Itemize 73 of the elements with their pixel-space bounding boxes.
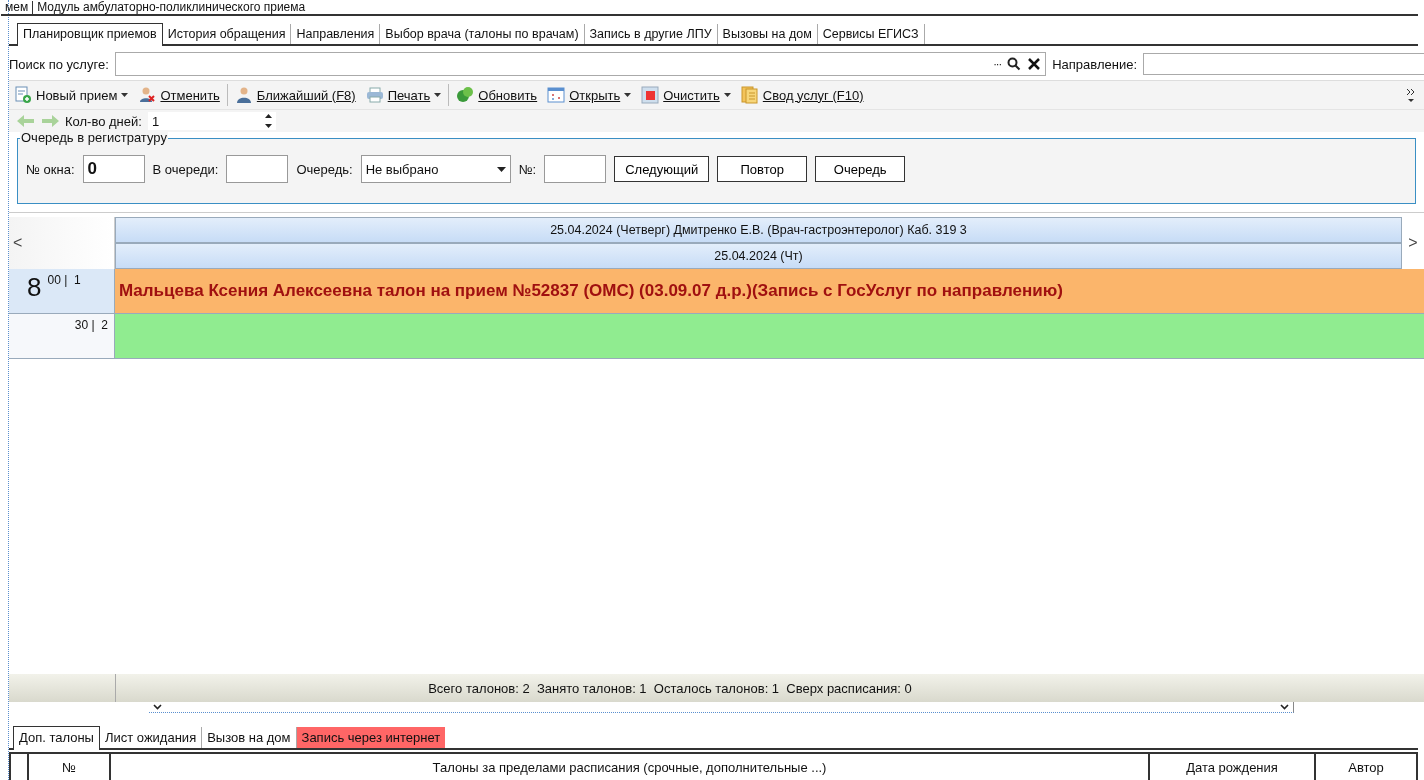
- spin-arrows-icon: [264, 114, 272, 128]
- toolbar-button[interactable]: Очистить: [638, 84, 734, 106]
- more-button[interactable]: ···: [993, 58, 1002, 70]
- toolbar-button[interactable]: Печать: [362, 84, 445, 106]
- tab[interactable]: Доп. талоны: [13, 726, 100, 750]
- scroll-right-button[interactable]: >: [1402, 217, 1424, 269]
- days-spinner[interactable]: 1: [147, 112, 276, 130]
- caret-icon: [496, 166, 506, 172]
- clear-icon: [641, 86, 660, 104]
- tab[interactable]: Запись через интернет: [296, 727, 446, 748]
- chevron-down-icon: [153, 704, 162, 710]
- window-tab[interactable]: мем: [1, 1, 33, 14]
- toolbar-button[interactable]: Ближайший (F8): [231, 84, 359, 106]
- tab[interactable]: Лист ожидания: [99, 727, 203, 748]
- toolbar-button[interactable]: Свод услуг (F10): [737, 84, 867, 106]
- queue-button[interactable]: Следующий: [614, 156, 710, 182]
- caret-icon: [723, 93, 731, 97]
- document-plus-icon: [14, 86, 32, 104]
- queue-dropdown[interactable]: Не выбрано: [360, 155, 511, 183]
- in-queue-field[interactable]: [226, 155, 289, 183]
- back-arrow-icon: [17, 114, 35, 128]
- printer-icon: [365, 86, 384, 104]
- direction-label: Направление:: [1052, 56, 1137, 72]
- column-header: Талоны за пределами расписания (срочные, дополнительные ...): [111, 754, 1150, 780]
- tab[interactable]: Запись в другие ЛПУ: [584, 24, 718, 44]
- horizontal-scrollbar[interactable]: [149, 702, 1294, 713]
- tab[interactable]: Планировщик приемов: [17, 23, 163, 46]
- time-label: 00 | 1: [47, 273, 81, 289]
- window-number-field[interactable]: 0: [82, 155, 145, 183]
- column-header: Дата рождения: [1150, 754, 1316, 780]
- toolbar-button[interactable]: Отменить: [135, 84, 223, 106]
- number-field[interactable]: [544, 155, 607, 183]
- user-remove-icon: [138, 86, 157, 104]
- in-queue-label: В очереди:: [152, 161, 219, 177]
- column-header: Автор: [1347, 758, 1385, 777]
- toolbar-button[interactable]: Открыть: [544, 84, 635, 106]
- appointment-slot[interactable]: Мальцева Ксения Алексеевна талон на прием №52837 (ОМС) (03.09.07 д.р.)(Запись с ГосУслуг по направлению): [115, 269, 1424, 313]
- chevron-down-icon: [1280, 704, 1289, 710]
- overflow-icon: [1406, 87, 1416, 103]
- caret-icon: [434, 93, 442, 97]
- tab[interactable]: Вызовы на дом: [717, 24, 818, 44]
- tab[interactable]: Вызов на дом: [202, 727, 297, 748]
- tab[interactable]: Выбор врача (талоны по врачам): [380, 24, 585, 44]
- toolbar-button[interactable]: Новый прием: [11, 84, 132, 106]
- caret-icon: [121, 93, 129, 97]
- toolbar-button[interactable]: Обновить: [453, 84, 541, 106]
- group-title: Очередь в регистратуру: [20, 130, 168, 146]
- close-icon: [1027, 57, 1042, 71]
- days-label: Кол-во дней:: [65, 113, 142, 129]
- date-header: 25.04.2024 (Чт): [115, 243, 1402, 269]
- schedule-header: 25.04.2024 (Четверг) Дмитренко Е.В. (Врач-гастроэнтеролог) Каб. 319 3: [115, 217, 1402, 243]
- queue-label: Очередь:: [296, 161, 353, 177]
- user-icon: [234, 86, 253, 104]
- hour-label: 8: [27, 273, 42, 301]
- forward-arrow-icon: [41, 114, 59, 128]
- time-label: 30 | 2: [74, 318, 108, 332]
- tab[interactable]: Сервисы ЕГИСЗ: [817, 24, 925, 44]
- scroll-left-button[interactable]: <: [9, 217, 115, 269]
- window-label: № окна:: [26, 161, 75, 177]
- search-label: Поиск по услуге:: [9, 56, 109, 72]
- calendar-grid-icon: [547, 86, 566, 104]
- summary-text: Всего талонов: 2 Занято талонов: 1 Осталось талонов: 1 Сверх расписания: 0: [428, 680, 912, 696]
- search-icon: [1007, 57, 1022, 71]
- number-label: №:: [518, 161, 537, 177]
- caret-icon: [624, 93, 632, 97]
- column-header: №: [29, 754, 111, 780]
- search-field[interactable]: ···: [114, 52, 1047, 76]
- direction-field[interactable]: [1143, 53, 1424, 75]
- queue-button[interactable]: Очередь: [815, 156, 906, 182]
- documents-icon: [740, 86, 759, 104]
- tab[interactable]: Направления: [291, 24, 381, 44]
- queue-button[interactable]: Повтор: [717, 156, 808, 182]
- tab[interactable]: История обращения: [162, 24, 292, 44]
